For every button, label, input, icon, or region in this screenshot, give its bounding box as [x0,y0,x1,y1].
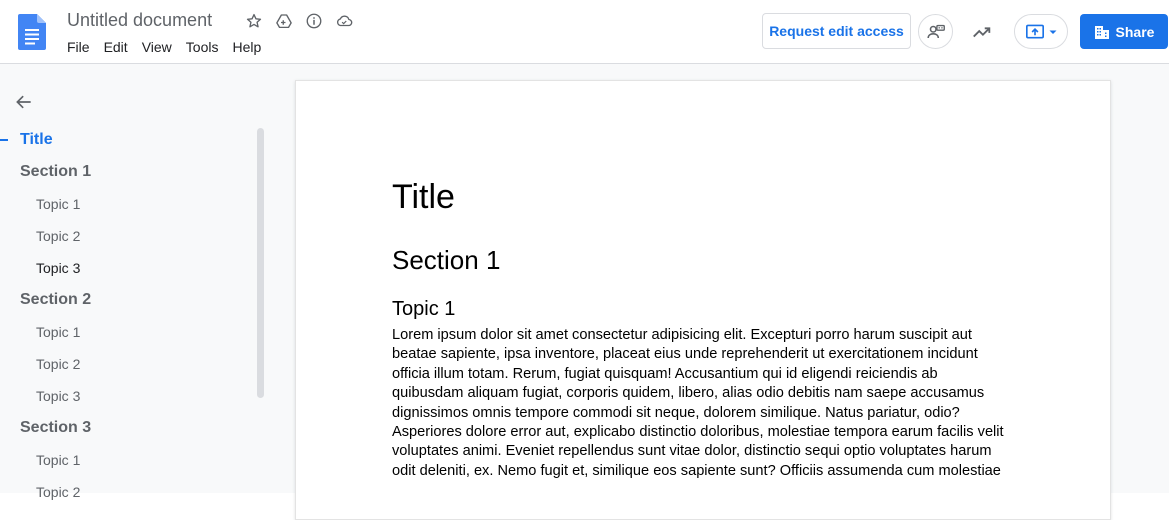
outline-item[interactable]: Topic 3 [0,384,255,416]
outline-item[interactable]: Topic 1 [0,448,255,480]
outline-item[interactable]: Topic 3 [0,256,255,288]
info-icon[interactable] [304,11,324,31]
outline-item[interactable]: Section 3 [0,416,255,448]
chevron-down-icon [1049,30,1056,34]
outline-scrollbar[interactable] [257,128,264,398]
outline-item-label: Section 1 [20,163,92,180]
outline-item-label: Topic 1 [36,452,81,468]
outline-item-label: Topic 1 [36,196,81,212]
section-heading[interactable]: Section 1 [392,244,1012,276]
present-to-all-icon [1025,24,1044,39]
share-button-label: Share [1115,23,1155,40]
outline-item-label: Topic 2 [36,484,81,500]
cloud-saved-icon[interactable] [334,11,354,31]
outline-item[interactable]: Title [0,128,255,160]
body-paragraph[interactable]: Lorem ipsum dolor sit amet consectetur a… [392,326,1012,481]
document-workspace: Title Section 1 Topic 1 Topic 2 Topic 3 Secti… [0,64,1169,520]
menu-tools[interactable]: Tools [179,37,226,57]
document-title[interactable]: Untitled document [67,10,212,31]
doc-title-heading[interactable]: Title [392,177,1012,217]
outline-item[interactable]: Topic 2 [0,480,255,512]
close-outline-button[interactable] [12,90,36,114]
outline-item-label: Topic 3 [36,260,81,276]
docs-logo-icon[interactable] [18,14,46,50]
present-button[interactable] [1014,14,1068,49]
outline-item-label: Topic 1 [36,324,81,340]
document-outline-panel: Title Section 1 Topic 1 Topic 2 Topic 3 Secti… [0,64,280,500]
active-indicator [0,139,8,141]
outline-item[interactable]: Topic 1 [0,192,255,224]
title-actions [244,11,354,31]
share-button[interactable]: Share [1080,14,1168,49]
share-building-icon [1094,25,1109,39]
trending-up-icon [973,27,991,38]
people-icon [926,24,945,38]
outline-item[interactable]: Section 1 [0,160,255,192]
request-edit-access-button[interactable]: Request edit access [762,13,911,49]
outline-item-label: Topic 3 [36,388,81,404]
outline-list: Title Section 1 Topic 1 Topic 2 Topic 3 Secti… [0,128,255,512]
arrow-back-icon [16,95,31,109]
outline-item-label: Section 2 [20,291,92,308]
outline-item[interactable]: Topic 1 [0,320,255,352]
menu-bar: File Edit View Tools Help [60,37,268,57]
outline-item-label: Topic 2 [36,228,81,244]
outline-item-label: Title [20,131,53,148]
meet-button[interactable] [918,14,953,49]
menu-help[interactable]: Help [225,37,268,57]
move-to-drive-icon[interactable] [274,11,294,31]
outline-item[interactable]: Topic 2 [0,352,255,384]
outline-item-label: Topic 2 [36,356,81,372]
menu-file[interactable]: File [60,37,97,57]
outline-item[interactable]: Topic 2 [0,224,255,256]
topic-heading[interactable]: Topic 1 [392,296,1012,322]
outline-item[interactable]: Section 2 [0,288,255,320]
outline-item-label: Section 3 [20,419,92,436]
top-bar: Untitled document File Edit View Tools H… [0,0,1169,64]
document-page[interactable]: Title Section 1 Topic 1 Lorem ipsum dolo… [295,80,1111,520]
menu-edit[interactable]: Edit [97,37,135,57]
menu-view[interactable]: View [135,37,179,57]
activity-dashboard-button[interactable] [968,18,996,46]
star-icon[interactable] [244,11,264,31]
page-content: Title Section 1 Topic 1 Lorem ipsum dolo… [392,177,1012,481]
